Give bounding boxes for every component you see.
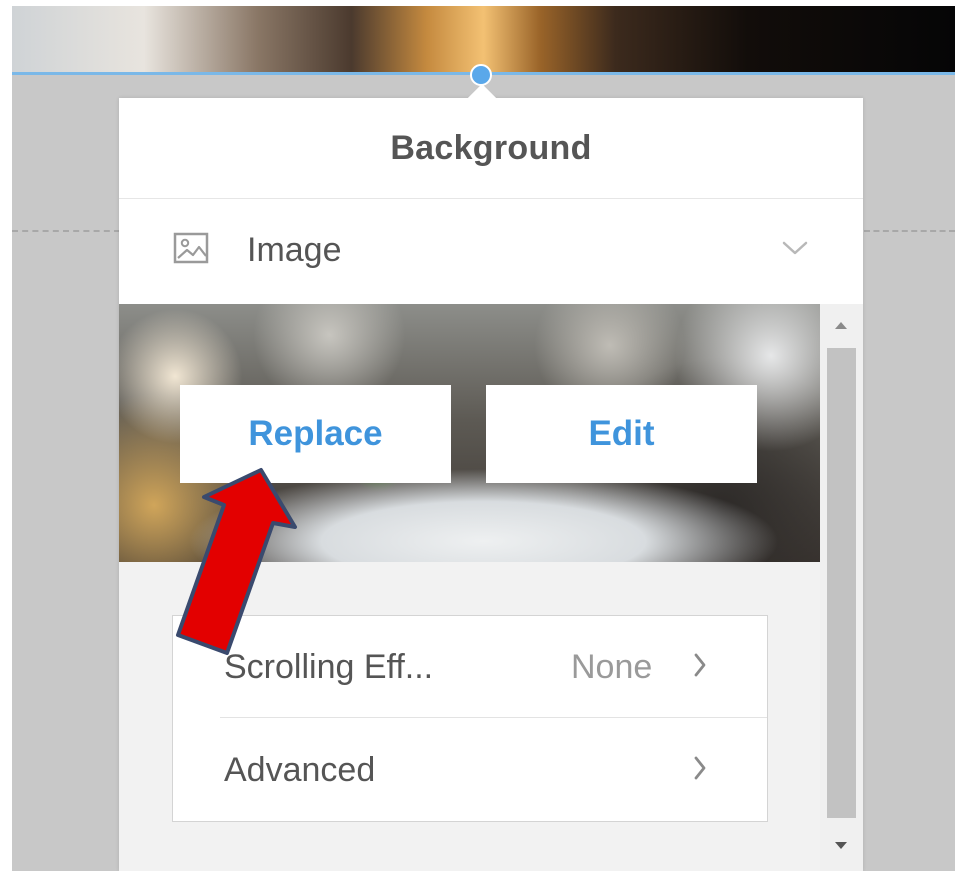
panel-header: Background (119, 98, 863, 199)
settings-divider (220, 717, 767, 718)
section-resize-handle[interactable] (470, 64, 492, 86)
advanced-label: Advanced (224, 751, 376, 789)
scroll-down-arrow-icon[interactable] (835, 842, 847, 849)
panel-scrollbar[interactable] (820, 304, 863, 871)
scroll-up-arrow-icon[interactable] (835, 322, 847, 329)
edit-image-button[interactable]: Edit (486, 385, 757, 483)
scrollbar-thumb[interactable] (827, 348, 856, 818)
section-guide-line-right (864, 230, 955, 232)
scrolling-effect-value: None (571, 648, 653, 686)
section-guide-line-left (12, 230, 120, 232)
chevron-right-icon (694, 756, 706, 780)
section-background-image[interactable] (12, 6, 955, 72)
chevron-down-icon (782, 241, 808, 255)
red-arrow-annotation-icon (176, 468, 297, 655)
chevron-right-icon (694, 653, 706, 677)
background-type-label: Image (247, 231, 342, 269)
background-type-dropdown[interactable]: Image (119, 199, 863, 304)
panel-title: Background (390, 128, 592, 167)
advanced-row[interactable]: Advanced (173, 719, 767, 821)
image-icon (173, 232, 209, 264)
